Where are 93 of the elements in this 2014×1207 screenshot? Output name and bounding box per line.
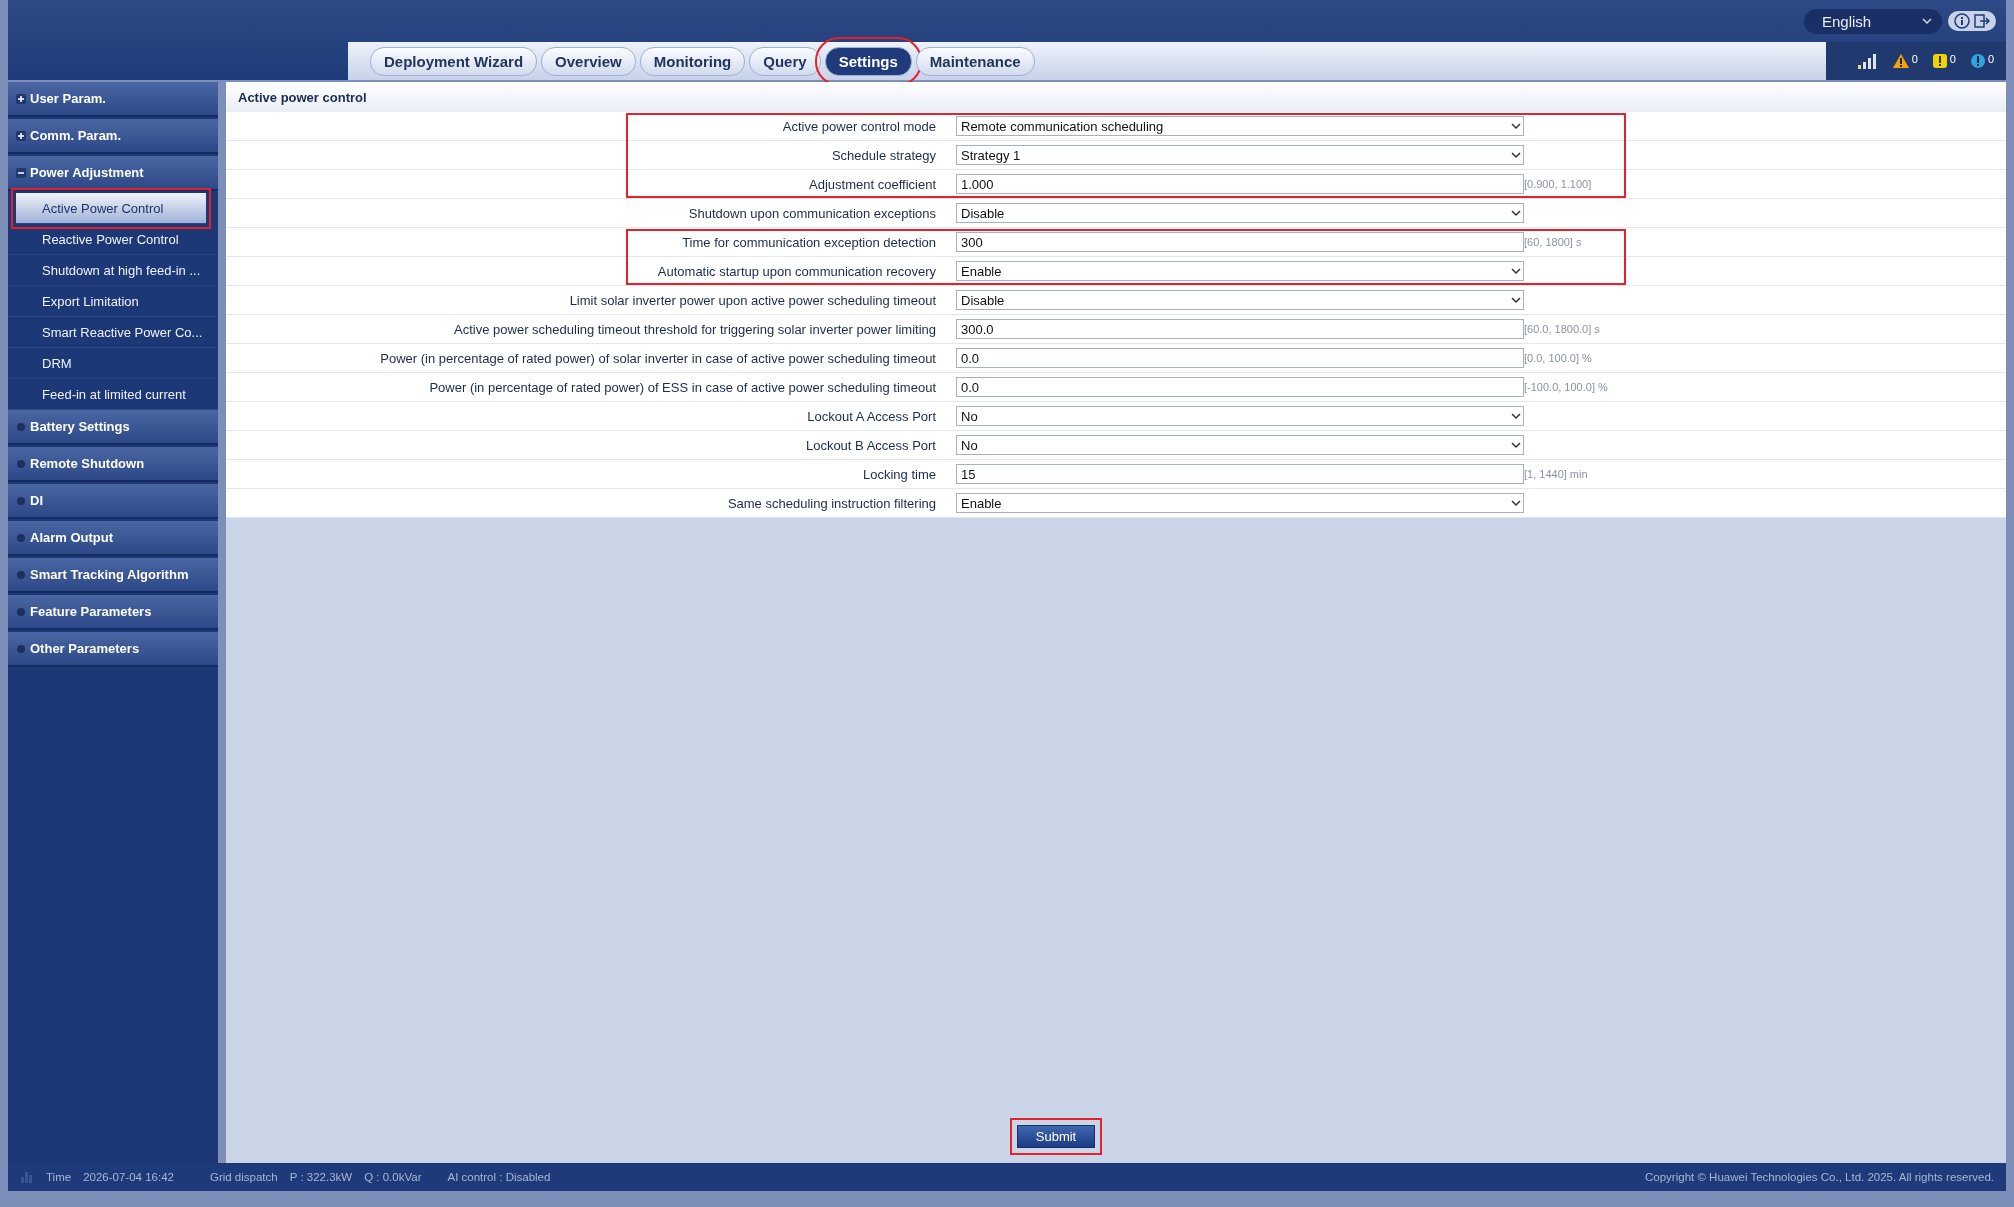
sidebar-group[interactable]: DI [8,484,218,519]
alarm-count: 0 [1911,53,1918,67]
select-field[interactable]: Disable [956,203,1524,223]
panel-title: Active power control [226,82,2006,112]
chevron-down-icon [1509,439,1523,451]
signal-bars-icon [1855,53,1878,69]
input-field[interactable]: 300 [956,232,1524,252]
dot-icon [16,495,26,506]
range-hint: [0.900, 1.100] [1524,178,1593,190]
exclamation-circle-icon [1969,53,1986,69]
sidebar-group[interactable]: Feature Parameters [8,595,218,630]
nav-tab[interactable]: Maintenance [915,46,1035,76]
field-label: Shutdown upon communication exceptions [687,205,936,221]
dot-icon [16,421,26,432]
select-field[interactable]: No [956,435,1524,455]
input-field[interactable]: 15 [956,464,1524,484]
dot-icon [16,569,26,580]
alarm-count: 0 [1987,53,1994,67]
dot-icon [16,643,26,654]
field-label: Schedule strategy [830,147,936,163]
sidebar-group[interactable]: Power Adjustment [8,156,218,191]
field-label: Automatic startup upon communication recovery [656,263,936,279]
chevron-down-icon [1509,120,1523,132]
input-field[interactable]: 0.0 [956,348,1524,368]
select-field[interactable]: No [956,406,1524,426]
nav-tab[interactable]: Query [749,46,821,76]
field-label: Power (in percentage of rated power) of solar inverter in case of active power scheduling timeout [379,350,936,366]
select-field[interactable]: Disable [956,290,1524,310]
time-value: 2026-07-04 16:42 [83,1171,174,1183]
sidebar-group[interactable]: Alarm Output [8,521,218,556]
bar-chart-icon [20,1171,34,1183]
dot-icon [16,606,26,617]
chevron-down-icon [1509,497,1523,509]
field-label: Lockout B Access Port [804,437,936,453]
language-select[interactable]: English [1804,8,1942,34]
status-text: AI control : Disabled [447,1171,551,1183]
plus-icon [16,93,26,104]
sidebar-item[interactable]: Smart Reactive Power Co... [8,317,218,348]
chevron-down-icon [1922,17,1932,25]
status-text: P : 322.3kW [289,1171,353,1183]
logout-icon[interactable] [1974,13,1990,29]
field-label: Same scheduling instruction filtering [726,495,936,511]
input-field[interactable]: 1.000 [956,174,1524,194]
sidebar-group[interactable]: Smart Tracking Algorithm [8,558,218,593]
warning-triangle-icon [1891,53,1910,69]
plus-icon [16,130,26,141]
select-field[interactable]: Enable [956,261,1524,281]
field-label: Limit solar inverter power upon active power scheduling timeout [568,292,936,308]
range-hint: [0.0, 100.0] % [1524,352,1593,364]
nav-tab[interactable]: Overview [541,46,636,76]
chevron-down-icon [1509,410,1523,422]
sidebar-item[interactable]: Reactive Power Control [8,224,218,255]
field-label: Active power control mode [781,118,936,134]
field-label: Adjustment coefficient [808,176,936,192]
range-hint: [1, 1440] min [1524,468,1589,480]
input-field[interactable]: 300.0 [956,319,1524,339]
dot-icon [16,458,26,469]
status-text: Q : 0.0kVar [364,1171,422,1183]
select-field[interactable]: Remote communication scheduling [956,116,1524,136]
field-label: Active power scheduling timeout threshold for triggering solar inverter power limiting [453,321,936,337]
chevron-down-icon [1509,265,1523,277]
chevron-down-icon [1509,149,1523,161]
field-label: Time for communication exception detection [681,234,936,250]
field-label: Lockout A Access Port [806,408,936,424]
submit-button[interactable]: Submit [1016,1125,1096,1148]
dot-icon [16,532,26,543]
select-field[interactable]: Enable [956,493,1524,513]
sidebar-group[interactable]: Other Parameters [8,632,218,667]
range-hint: [-100.0, 100.0] % [1524,381,1609,393]
sidebar-group[interactable]: Comm. Param. [8,119,218,154]
sidebar-item[interactable]: Export Limitation [8,286,218,317]
range-hint: [60, 1800] s [1524,236,1583,248]
range-hint: [60.0, 1800.0] s [1524,323,1601,335]
sidebar-group[interactable]: Battery Settings [8,410,218,445]
nav-tab[interactable]: Monitoring [639,46,746,76]
alarm-count: 0 [1949,53,1956,67]
status-text: Grid dispatch [209,1171,278,1183]
minus-icon [16,167,26,178]
nav-tab[interactable]: Deployment Wizard [370,46,538,76]
select-field[interactable]: Strategy 1 [956,145,1524,165]
sidebar-item[interactable]: DRM [8,348,218,379]
sidebar-item[interactable]: Shutdown at high feed-in ... [8,255,218,286]
sidebar-group[interactable]: Remote Shutdown [8,447,218,482]
sidebar-group[interactable]: User Param. [8,82,218,117]
info-icon[interactable] [1954,13,1970,29]
field-label: Power (in percentage of rated power) of ESS in case of active power scheduling timeout [428,379,936,395]
field-label: Locking time [862,466,936,482]
exclamation-square-icon [1931,53,1948,69]
time-label: Time [46,1171,72,1183]
input-field[interactable]: 0.0 [956,377,1524,397]
chevron-down-icon [1509,207,1523,219]
chevron-down-icon [1509,294,1523,306]
copyright-text: Copyright © Huawei Technologies Co., Ltd. 2025. All rights reserved. [1645,1171,1994,1183]
